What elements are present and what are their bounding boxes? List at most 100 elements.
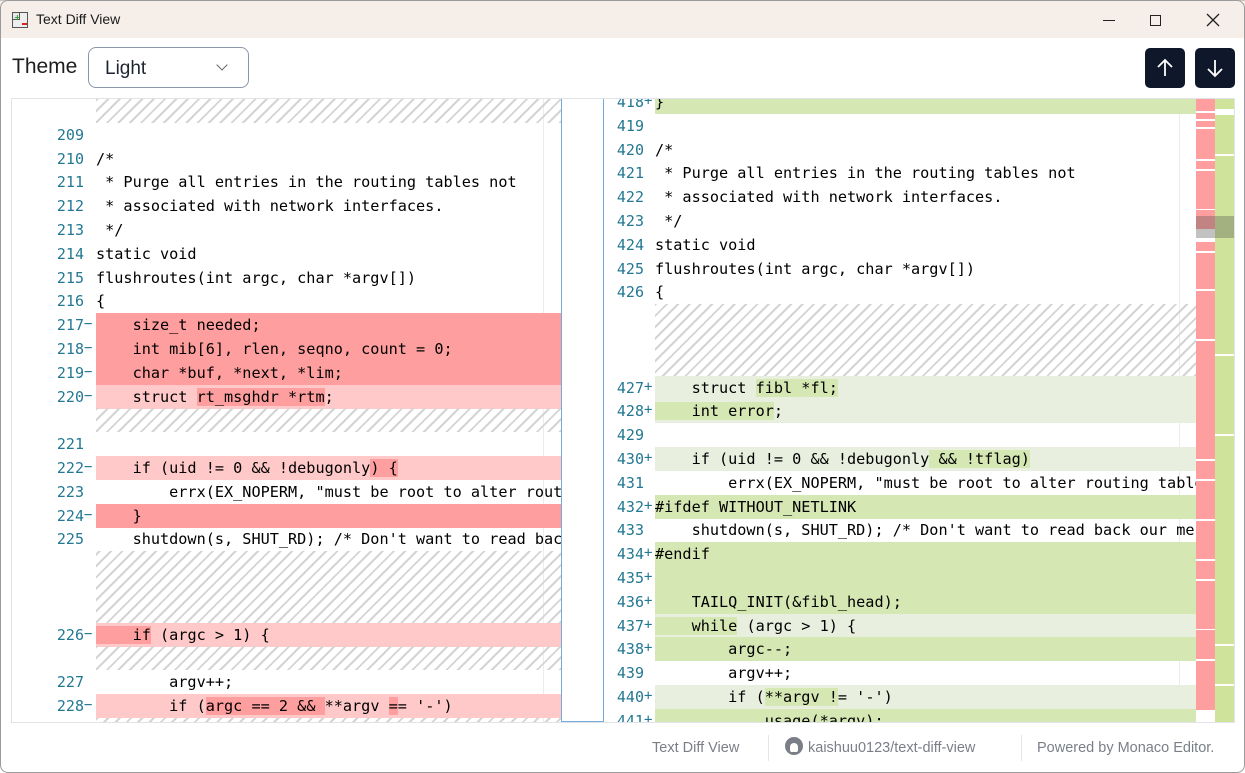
code-text: size_t needed; (96, 313, 561, 338)
diff-editor[interactable]: 209 210 /* 211 * Purge all entries in the r… (11, 98, 1235, 723)
code-line[interactable]: 425 flushroutes(int argc, char *argv[]) (604, 257, 1196, 281)
code-text: argv++; (655, 664, 793, 683)
chevron-down-icon (216, 59, 228, 71)
code-line[interactable]: 210 /* (12, 147, 561, 171)
diff-placeholder-hatch (96, 99, 561, 123)
line-number: 223 (56, 482, 84, 501)
code-line[interactable]: 228− if (argc == 2 && **argv == '-') (12, 694, 561, 718)
changed-text: **argv ! (764, 688, 838, 706)
code-line[interactable]: 430 + if (uid != 0 && !debugonly && !tfla… (604, 447, 1196, 471)
code-line[interactable]: 221 (12, 432, 561, 456)
maximize-button[interactable] (1132, 1, 1178, 39)
code-line[interactable]: 426 { (604, 280, 1196, 304)
next-change-button[interactable] (1195, 48, 1235, 88)
code-line[interactable]: 440 + if (**argv != '-') (604, 685, 1196, 709)
code-line[interactable]: 436 + TAILQ_INIT(&fibl_head); (604, 589, 1196, 614)
diff-splitter[interactable] (561, 99, 604, 722)
code-text: usage(*argv); (655, 708, 1196, 722)
code-line[interactable]: 419 (604, 114, 1196, 138)
code-line[interactable]: 420 /* (604, 138, 1196, 162)
code-line[interactable]: 424 static void (604, 233, 1196, 257)
footer: Text Diff View kaishuu0123/text-diff-vie… (0, 733, 1245, 763)
code-text: struct fibl *fl; (655, 375, 1196, 400)
code-line[interactable]: 212 * associated with network interfaces… (12, 194, 561, 218)
code-segment: ; (773, 402, 784, 421)
code-text: { (96, 292, 106, 311)
modified-pane[interactable]: 418 +} 419 420/* 421 * Purge all entries in … (604, 99, 1196, 722)
code-line[interactable]: 223 errx(EX_NOPERM, "must be root to alt… (12, 480, 561, 504)
overview-separator (1196, 479, 1215, 481)
code-line[interactable]: 433 shutdown(s, SHUT_RD); /* Don't want … (604, 518, 1196, 542)
code-line[interactable]: 224− } (12, 503, 561, 528)
overview-separator (1196, 159, 1215, 161)
code-line[interactable]: 213 */ (12, 218, 561, 242)
code-line[interactable]: 418 +} (604, 99, 1196, 114)
code-line[interactable]: 219− char *buf, *next, *lim; (12, 360, 561, 385)
code-text: */ (655, 212, 683, 230)
code-line[interactable]: 441 + usage(*argv); (604, 708, 1196, 722)
repo-link[interactable]: kaishuu0123/text-diff-view (808, 740, 975, 756)
code-line[interactable]: 435 + (604, 566, 1196, 590)
line-number: 431 (616, 473, 644, 492)
code-segment: struct (655, 378, 756, 397)
code-line[interactable]: 429 (604, 423, 1196, 447)
line-number: 221 (56, 435, 84, 454)
code-line[interactable]: 220− struct rt_msghdr *rtm; (12, 384, 561, 409)
line-number: 432 (616, 497, 644, 516)
line-number: 226 (56, 625, 84, 644)
code-line[interactable]: 431 errx(EX_NOPERM, "must be root to alt… (604, 471, 1196, 495)
changed-text: rt_msghdr *rtm (196, 387, 325, 406)
code-line[interactable]: 438 + argc--; (604, 637, 1196, 662)
code-line[interactable]: 428 + int error; (604, 399, 1196, 424)
code-line[interactable]: 214 static void (12, 242, 561, 266)
code-line[interactable]: 423 */ (604, 209, 1196, 233)
code-line[interactable]: 225 shutdown(s, SHUT_RD); /* Don't want … (12, 527, 561, 551)
line-number: 440 (616, 688, 644, 706)
changed-text: && !tflag) (929, 450, 1030, 468)
code-segment: = '-') (397, 697, 453, 715)
code-line[interactable]: 217− size_t needed; (12, 313, 561, 338)
delete-marker-icon: − (84, 316, 93, 333)
code-line[interactable]: 421 * Purge all entries in the routing t… (604, 161, 1196, 185)
line-number: 214 (56, 244, 84, 263)
code-line[interactable]: 439 argv++; (604, 661, 1196, 685)
overview-separator (1215, 354, 1234, 356)
code-text: #endif (655, 542, 1196, 567)
close-button[interactable] (1190, 1, 1236, 39)
code-line[interactable]: 218− int mib[6], rlen, seqno, count = 0; (12, 337, 561, 361)
code-line[interactable]: 434 + #endif (604, 542, 1196, 567)
github-icon (785, 737, 803, 755)
overview-viewport-slider[interactable] (1196, 216, 1234, 238)
insert-marker-icon: + (644, 688, 653, 704)
changed-text: argc == 2 && (205, 697, 325, 715)
code-line[interactable]: 216 { (12, 289, 561, 313)
insert-marker-icon: + (644, 640, 653, 657)
previous-change-button[interactable] (1145, 48, 1185, 88)
code-text: { (655, 283, 665, 302)
code-text: /* (655, 140, 674, 159)
code-line[interactable]: 211 * Purge all entries in the routing t… (12, 170, 561, 194)
code-line[interactable]: 422 * associated with network interfaces… (604, 185, 1196, 209)
code-line[interactable]: 432 + #ifdef WITHOUT_NETLINK (604, 494, 1196, 519)
code-line[interactable]: 226− if (argc > 1) { (12, 622, 561, 647)
code-line[interactable]: 209 (12, 123, 561, 147)
line-number: 430 (616, 450, 644, 468)
line-number: 419 (616, 116, 644, 135)
theme-select[interactable]: Light (88, 47, 249, 88)
original-pane[interactable]: 209 210 /* 211 * Purge all entries in the r… (12, 99, 561, 722)
code-line[interactable]: 222− if (uid != 0 && !debugonly) { (12, 456, 561, 480)
code-line[interactable]: 227 argv++; (12, 670, 561, 694)
line-number: 425 (616, 259, 644, 278)
code-text: * Purge all entries in the routing table… (655, 164, 1076, 183)
delete-marker-icon: − (84, 363, 93, 380)
overview-insertion-mark (1215, 99, 1234, 109)
overview-separator (1196, 111, 1215, 113)
insert-marker-icon: + (644, 616, 653, 633)
code-line[interactable]: 427 + struct fibl *fl; (604, 375, 1196, 400)
code-line[interactable]: 437 + while (argc > 1) { (604, 613, 1196, 638)
code-line[interactable]: 215 flushroutes(int argc, char *argv[]) (12, 266, 561, 290)
code-segment: = '-') (837, 688, 893, 706)
diff-overview-ruler[interactable] (1196, 99, 1234, 722)
minimize-button[interactable] (1086, 1, 1132, 39)
code-text: if (argc == 2 && **argv == '-') (96, 694, 561, 718)
